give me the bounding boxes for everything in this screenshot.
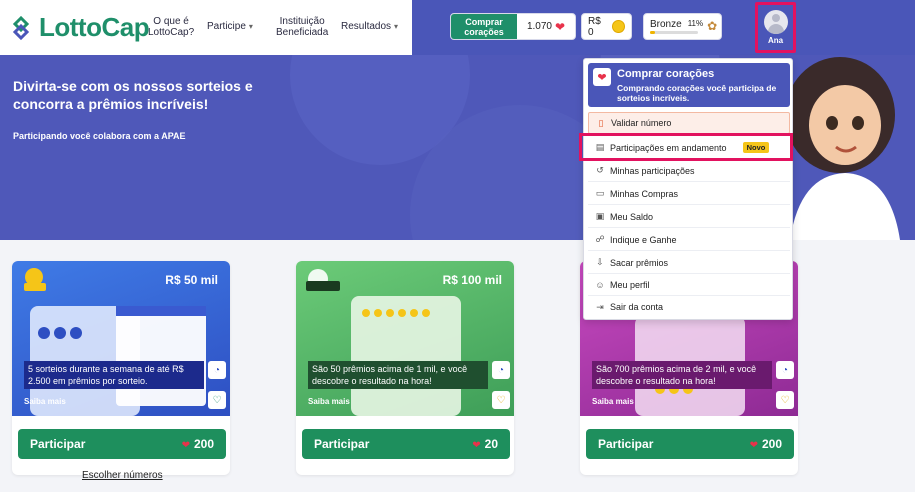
nav-resultados-label: Resultados <box>341 21 392 32</box>
level-progress-fill <box>650 31 656 34</box>
chevron-down-icon: ▾ <box>248 22 253 31</box>
card-prize: R$ 100 mil <box>442 273 502 287</box>
menu-item-label: Sair da conta <box>610 302 664 312</box>
withdraw-icon: ⇩ <box>596 257 604 267</box>
nav-resultados[interactable]: Resultados ▾ <box>341 21 398 32</box>
participar-cost: ❤ 20 <box>472 437 498 451</box>
logo-text: LottoCap <box>39 12 150 42</box>
gauge-icon: ◔ <box>208 361 226 379</box>
escolher-numeros-link[interactable]: Escolher números <box>82 470 163 481</box>
nav-instituicao[interactable]: Instituição Beneficiada <box>276 16 328 38</box>
top-header: LottoCap O que é LottoCap? Participe ▾ In… <box>0 0 915 55</box>
participar-cost: ❤ 200 <box>182 437 214 451</box>
participar-hearts: 20 <box>484 437 498 451</box>
balance-value: R$ 0 <box>588 15 601 38</box>
phone-icon: ▯ <box>598 117 604 128</box>
heart-icon: ❤ <box>554 19 566 34</box>
user-name: Ana <box>767 36 784 45</box>
heart-icon: ❤ <box>181 440 190 451</box>
logo-mark-icon <box>12 15 30 40</box>
menu-item-label: Meu perfil <box>610 279 650 290</box>
menu-item-minhas-participacoes[interactable]: ↺ Minhas participações <box>588 160 790 182</box>
avatar <box>763 10 788 34</box>
menu-item-validar-numero[interactable]: ▯ Validar número <box>588 112 790 134</box>
card-description: 5 sorteios durante a semana de até R$ 2.… <box>24 361 204 389</box>
people-icon: ☍ <box>595 234 605 244</box>
bronze-medal-icon: ✿ <box>707 19 718 33</box>
participar-hearts: 200 <box>761 437 782 451</box>
participar-label: Participar <box>30 437 86 451</box>
heart-icon: ❤ <box>749 440 758 451</box>
comprar-coracoes-promo[interactable]: ❤ Comprar corações Comprando corações vo… <box>588 63 790 107</box>
card-description: São 50 prêmios acima de 1 mil, e você de… <box>308 361 488 389</box>
saiba-mais-link[interactable]: Saiba mais <box>308 397 350 406</box>
gauge-icon: ◔ <box>492 361 510 379</box>
coin-icon <box>612 20 625 33</box>
participar-cost: ❤ 200 <box>750 437 782 451</box>
nav-o-que-e[interactable]: O que é LottoCap? <box>148 16 194 38</box>
hearts-balance: 1.070 ❤ <box>517 14 575 39</box>
hero-title: Divirta-se com os nossos sorteios e conc… <box>13 78 253 112</box>
user-menu-button[interactable]: Ana <box>755 2 796 53</box>
highlight-frame <box>579 133 793 161</box>
menu-item-sacar-premios[interactable]: ⇩ Sacar prêmios <box>588 252 790 274</box>
lottery-card-1[interactable]: R$ 50 mil 5 sorteios durante a semana de… <box>12 261 230 475</box>
participar-button[interactable]: Participar ❤ 200 <box>586 429 794 459</box>
menu-item-meu-perfil[interactable]: ☺ Meu perfil <box>588 274 790 296</box>
comprar-coracoes-label: Comprar corações <box>451 14 517 39</box>
balance-pill[interactable]: R$ 0 <box>581 13 632 40</box>
menu-item-label: Validar número <box>611 118 672 128</box>
lottery-card-2[interactable]: R$ 100 mil São 50 prêmios acima de 1 mil… <box>296 261 514 475</box>
wallet-icon: ▣ <box>595 211 605 221</box>
promo-title: Comprar corações <box>617 68 715 80</box>
participar-hearts: 200 <box>193 437 214 451</box>
level-progress-bar <box>650 31 698 34</box>
apae-heart-icon: ♡ <box>492 391 510 409</box>
saiba-mais-link[interactable]: Saiba mais <box>24 397 66 406</box>
heart-icon: ❤ <box>593 68 611 86</box>
level-pill[interactable]: Bronze 11% ✿ <box>643 13 722 40</box>
hero-subtitle: Participando você colabora com a APAE <box>13 131 186 141</box>
level-percent: 11% <box>687 19 704 28</box>
menu-item-minhas-compras[interactable]: ▭ Minhas Compras <box>588 183 790 205</box>
apae-heart-icon: ♡ <box>776 391 794 409</box>
menu-item-label: Minhas participações <box>610 165 695 176</box>
participar-button[interactable]: Participar ❤ 20 <box>302 429 510 459</box>
menu-item-label: Sacar prêmios <box>610 257 669 268</box>
participar-label: Participar <box>314 437 370 451</box>
heart-icon: ❤ <box>472 440 481 451</box>
chevron-down-icon: ▾ <box>394 22 399 31</box>
menu-item-sair-da-conta[interactable]: ⇥ Sair da conta <box>588 296 790 318</box>
card-image: R$ 100 mil São 50 prêmios acima de 1 mil… <box>296 261 514 416</box>
participar-button[interactable]: Participar ❤ 200 <box>18 429 226 459</box>
saiba-mais-link[interactable]: Saiba mais <box>592 397 634 406</box>
nav-participe-label: Participe <box>207 21 246 32</box>
card-description: São 700 prêmios acima de 2 mil, e você d… <box>592 361 772 389</box>
promo-subtitle: Comprando corações você participa de sor… <box>617 83 777 103</box>
hearts-count: 1.070 <box>526 21 552 32</box>
user-dropdown-menu: ❤ Comprar corações Comprando corações vo… <box>583 58 793 320</box>
card-image: R$ 50 mil 5 sorteios durante a semana de… <box>12 261 230 416</box>
gauge-icon: ◔ <box>776 361 794 379</box>
user-icon: ☺ <box>595 279 605 290</box>
level-name: Bronze <box>650 19 682 30</box>
menu-item-indique-e-ganhe[interactable]: ☍ Indique e Ganhe <box>588 229 790 251</box>
apae-heart-icon: ♡ <box>208 391 226 409</box>
menu-item-label: Indique e Ganhe <box>610 234 677 245</box>
history-icon: ↺ <box>596 165 604 175</box>
logout-icon: ⇥ <box>596 301 604 312</box>
card-prize: R$ 50 mil <box>165 273 218 287</box>
menu-item-label: Minhas Compras <box>610 188 679 199</box>
receipt-icon: ▭ <box>595 188 605 198</box>
menu-item-meu-saldo[interactable]: ▣ Meu Saldo <box>588 206 790 228</box>
nav-participe[interactable]: Participe ▾ <box>207 21 253 32</box>
participar-label: Participar <box>598 437 654 451</box>
comprar-coracoes-button[interactable]: Comprar corações 1.070 ❤ <box>450 13 576 40</box>
menu-item-label: Meu Saldo <box>610 211 654 222</box>
logo[interactable]: LottoCap <box>8 12 150 43</box>
